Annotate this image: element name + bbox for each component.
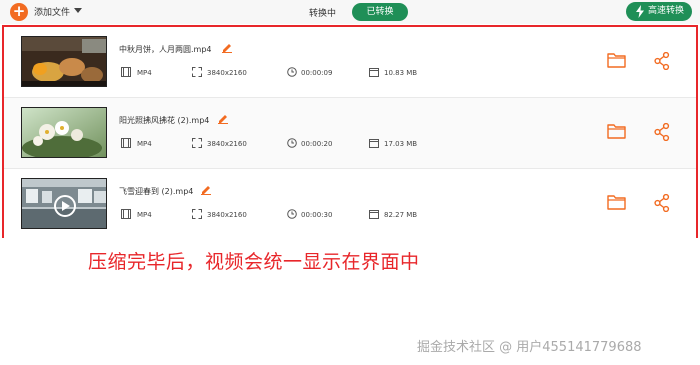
file-size: 17.03 MB — [384, 140, 418, 148]
video-thumbnail[interactable] — [21, 36, 107, 87]
file-format: MP4 — [137, 140, 152, 148]
clock-icon — [287, 67, 297, 77]
add-file-button[interactable]: 添加文件 — [34, 5, 70, 18]
expand-icon — [192, 138, 202, 148]
film-icon — [121, 138, 131, 148]
film-icon — [121, 209, 131, 219]
caret-down-icon[interactable] — [74, 8, 82, 13]
folder-icon[interactable] — [607, 194, 626, 210]
annotation-text: 压缩完毕后，视频会统一显示在界面中 — [88, 251, 420, 273]
share-icon[interactable] — [654, 194, 670, 212]
expand-icon — [192, 209, 202, 219]
watermark: 掘金技术社区 @ 用户455141779688 — [417, 340, 642, 355]
list-item[interactable]: 中秋月饼，人月两圆.mp4 MP4 3840x2160 00:00:09 10.… — [4, 27, 696, 97]
file-duration: 00:00:20 — [301, 140, 333, 148]
pencil-icon[interactable] — [218, 113, 228, 124]
file-duration: 00:00:30 — [301, 211, 333, 219]
add-file-icon[interactable]: + — [10, 3, 28, 21]
file-icon — [369, 139, 379, 148]
file-resolution: 3840x2160 — [207, 140, 247, 148]
file-resolution: 3840x2160 — [207, 69, 247, 77]
file-format: MP4 — [137, 69, 152, 77]
file-size: 10.83 MB — [384, 69, 418, 77]
expand-icon — [192, 67, 202, 77]
tab-converted[interactable]: 已转换 — [352, 3, 408, 21]
file-format: MP4 — [137, 211, 152, 219]
file-icon — [369, 210, 379, 219]
pencil-icon[interactable] — [222, 42, 232, 53]
folder-icon[interactable] — [607, 123, 626, 139]
share-icon[interactable] — [654, 123, 670, 141]
folder-icon[interactable] — [607, 52, 626, 68]
file-size: 82.27 MB — [384, 211, 418, 219]
file-duration: 00:00:09 — [301, 69, 333, 77]
pencil-icon[interactable] — [201, 184, 211, 195]
clock-icon — [287, 138, 297, 148]
list-item[interactable]: 飞雪迎春到 (2).mp4 MP4 3840x2160 00:00:30 82.… — [4, 169, 696, 239]
toolbar: + 添加文件 转换中 已转换 高速转换 — [0, 0, 700, 24]
converter-window: + 添加文件 转换中 已转换 高速转换 中秋月饼，人月两圆.mp4 MP4 38… — [0, 0, 700, 365]
film-icon — [121, 67, 131, 77]
fast-convert-label: 高速转换 — [648, 6, 685, 16]
file-name: 飞雪迎春到 (2).mp4 — [119, 187, 194, 196]
file-resolution: 3840x2160 — [207, 211, 247, 219]
file-name: 中秋月饼，人月两圆.mp4 — [119, 45, 212, 54]
lightning-icon — [636, 5, 644, 18]
video-thumbnail[interactable] — [21, 178, 107, 229]
file-icon — [369, 68, 379, 77]
clock-icon — [287, 209, 297, 219]
fast-convert-button[interactable]: 高速转换 — [626, 2, 692, 21]
list-item[interactable]: 阳光照拂风拂花 (2).mp4 MP4 3840x2160 00:00:20 1… — [4, 98, 696, 168]
tab-converting[interactable]: 转换中 — [309, 6, 336, 19]
converted-file-list: 中秋月饼，人月两圆.mp4 MP4 3840x2160 00:00:09 10.… — [2, 25, 698, 239]
share-icon[interactable] — [654, 52, 670, 70]
file-name: 阳光照拂风拂花 (2).mp4 — [119, 116, 210, 125]
video-thumbnail[interactable] — [21, 107, 107, 158]
